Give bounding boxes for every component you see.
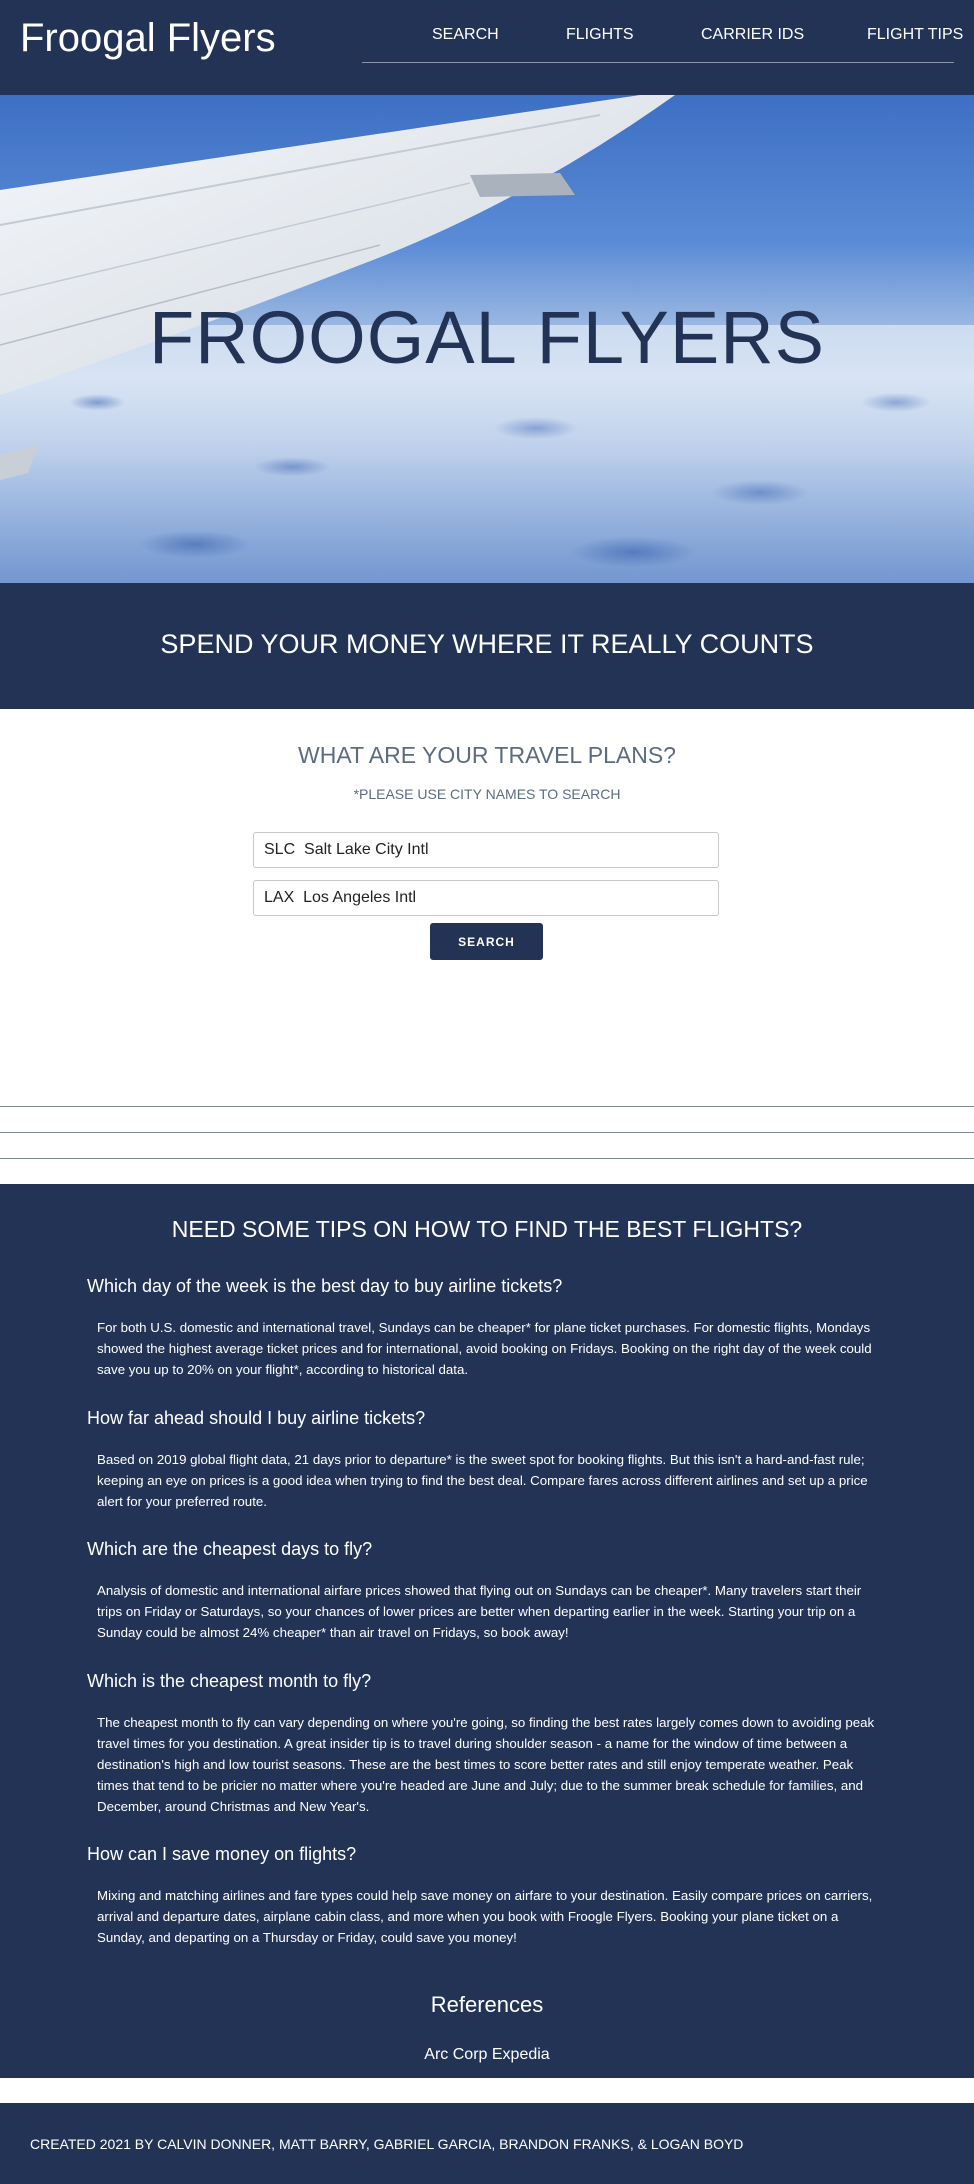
- tagline: SPEND YOUR MONEY WHERE IT REALLY COUNTS: [160, 629, 814, 659]
- references-title: References: [430, 1992, 544, 2017]
- site-footer: CREATED 2021 BY CALVIN DONNER, MATT BARR…: [0, 2103, 974, 2184]
- tip-answer: Based on 2019 global flight data, 21 day…: [97, 1452, 868, 1509]
- origin-input[interactable]: [253, 832, 719, 868]
- divider: [0, 1158, 974, 1159]
- references-list: Arc Corp Expedia: [0, 2046, 974, 2064]
- tip-question: Which are the cheapest days to fly?: [87, 1539, 373, 1559]
- nav-search[interactable]: SEARCH: [432, 26, 499, 44]
- divider: [0, 1106, 974, 1107]
- hero-title: FROOGAL FLYERS: [148, 296, 826, 379]
- tip-answer: For both U.S. domestic and international…: [97, 1320, 872, 1377]
- divider: [0, 1132, 974, 1133]
- tip-question: Which is the cheapest month to fly?: [87, 1671, 372, 1691]
- hero-banner: FROOGAL FLYERS: [0, 95, 974, 583]
- tip-answer: The cheapest month to fly can vary depen…: [97, 1715, 875, 1814]
- nav-flight-tips[interactable]: FLIGHT TIPS: [867, 26, 963, 44]
- tagline-band: SPEND YOUR MONEY WHERE IT REALLY COUNTS: [0, 583, 974, 709]
- tip-answer: Mixing and matching airlines and fare ty…: [97, 1888, 873, 1945]
- reference-link-expedia[interactable]: Expedia: [492, 2046, 550, 2063]
- site-header: Froogal Flyers SEARCH FLIGHTS CARRIER ID…: [0, 0, 974, 95]
- tip-answer: Analysis of domestic and international a…: [97, 1583, 862, 1640]
- site-logo[interactable]: Froogal Flyers: [20, 16, 276, 61]
- search-button[interactable]: SEARCH: [430, 923, 543, 960]
- search-note: *PLEASE USE CITY NAMES TO SEARCH: [353, 786, 621, 802]
- tips-section: NEED SOME TIPS ON HOW TO FIND THE BEST F…: [0, 1184, 974, 2078]
- nav-flights[interactable]: FLIGHTS: [566, 26, 634, 44]
- tip-question: How far ahead should I buy airline ticke…: [87, 1408, 426, 1428]
- reference-link-arc-corp[interactable]: Arc Corp: [424, 2046, 487, 2063]
- tip-question: Which day of the week is the best day to…: [87, 1276, 563, 1296]
- main-nav: SEARCH FLIGHTS CARRIER IDS FLIGHT TIPS: [362, 26, 963, 63]
- search-title: WHAT ARE YOUR TRAVEL PLANS?: [298, 742, 676, 768]
- nav-carrier-ids[interactable]: CARRIER IDS: [701, 26, 804, 44]
- destination-input[interactable]: [253, 880, 719, 916]
- tips-title: NEED SOME TIPS ON HOW TO FIND THE BEST F…: [171, 1216, 803, 1242]
- tip-question: How can I save money on flights?: [87, 1844, 357, 1864]
- footer-credit: CREATED 2021 BY CALVIN DONNER, MATT BARR…: [30, 2136, 744, 2152]
